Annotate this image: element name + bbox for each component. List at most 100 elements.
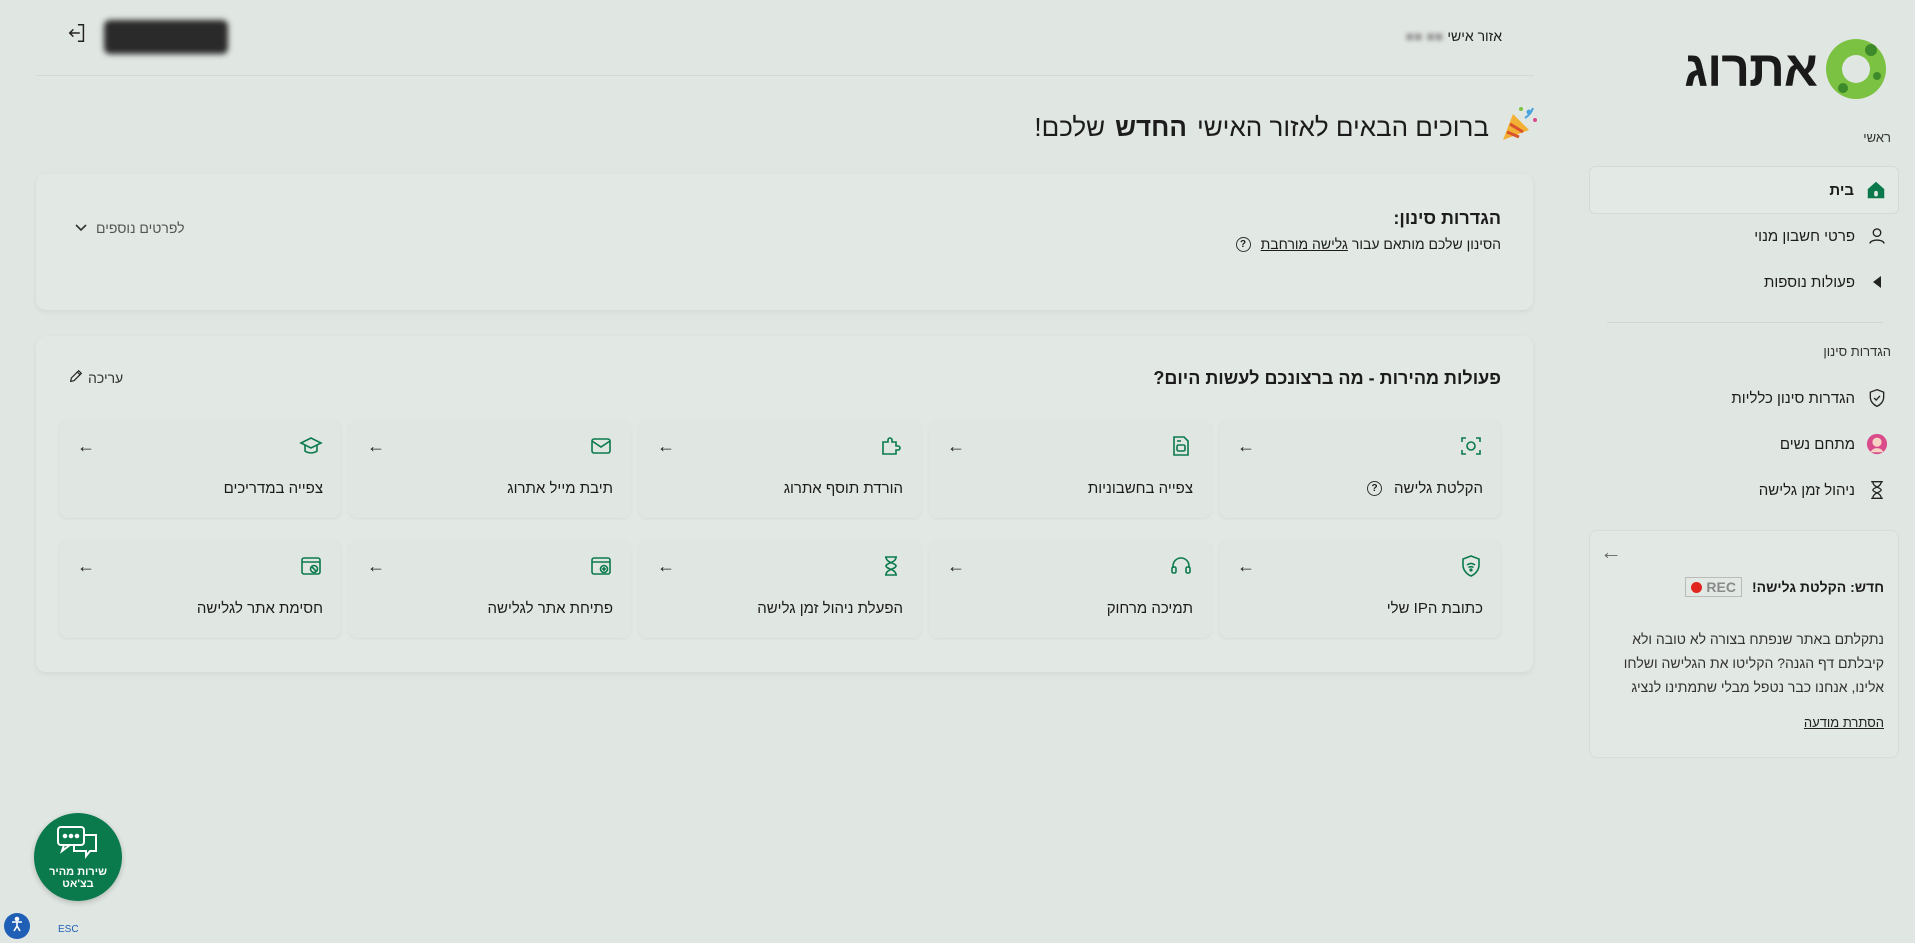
tile-label: הורדת תוסף אתרוג	[783, 480, 903, 497]
accessibility-icon	[9, 916, 25, 937]
chat-label-line1: שירות מהיר	[49, 865, 107, 878]
filter-profile-link[interactable]: גלישה מורחבת	[1261, 236, 1348, 252]
topbar: אזור אישי ■■ ■■	[36, 0, 1534, 76]
woman-icon	[1865, 432, 1889, 456]
arrow-left-icon[interactable]: ←	[1600, 539, 1622, 565]
sidebar: אתרוג ראשי בית פרטי חשבון מנוי פעולות נו…	[1589, 0, 1899, 943]
headset-icon	[1167, 554, 1193, 580]
promo-title: חדש: הקלטת גלישה!	[1751, 579, 1884, 595]
tile-download-extension[interactable]: ← הורדת תוסף אתרוג	[639, 420, 921, 518]
edit-button[interactable]: עריכה	[68, 368, 123, 387]
esc-label: ESC	[58, 924, 79, 935]
promo-card: ← חדש: הקלטת גלישה! REC נתקלתם באתר שנפת…	[1589, 530, 1899, 758]
arrow-left-icon: ←	[657, 556, 675, 576]
edit-label: עריכה	[88, 369, 124, 386]
accessibility-button[interactable]	[4, 913, 30, 939]
filter-settings-title: הגדרות סינון:	[1393, 208, 1501, 228]
sidebar-item-label: פעולות נוספות	[1764, 273, 1855, 291]
chat-bubbles-icon	[56, 825, 100, 864]
sidebar-item-account[interactable]: פרטי חשבון מנוי	[1589, 212, 1899, 260]
filter-settings-subtitle: הסינון שלכם מותאם עבור גלישה מורחבת ?	[1235, 236, 1501, 252]
chevron-down-icon	[74, 220, 88, 236]
user-area[interactable]: אזור אישי ■■ ■■	[1406, 28, 1502, 44]
user-area-label: אזור אישי	[1447, 28, 1502, 44]
chat-button[interactable]: שירות מהיר בצ'אט	[34, 813, 122, 901]
filter-settings-panel: הגדרות סינון: הסינון שלכם מותאם עבור גלי…	[36, 174, 1533, 310]
arrow-left-icon: ←	[947, 436, 965, 456]
sidebar-item-label: הגדרות סינון כלליות	[1731, 389, 1855, 407]
tile-label-text: הקלטת גלישה	[1394, 480, 1483, 497]
arrow-left-icon: ←	[77, 436, 95, 456]
hide-ad-link[interactable]: הסתרת מודעה	[1804, 715, 1884, 730]
tile-activate-time-management[interactable]: ← הפעלת ניהול זמן גלישה	[639, 540, 921, 638]
promo-body: נתקלתם באתר שנפתח בצורה לא טובה ולא קיבל…	[1623, 631, 1884, 695]
arrow-left-icon: ←	[77, 556, 95, 576]
quick-actions-panel: פעולות מהירות - מה ברצונכם לעשות היום? ע…	[36, 336, 1533, 672]
home-icon	[1864, 178, 1888, 202]
rec-icon: REC	[1685, 577, 1742, 597]
help-icon[interactable]: ?	[1367, 481, 1383, 496]
graduation-cap-icon	[297, 434, 323, 460]
screen-record-icon	[1457, 434, 1483, 460]
tile-label: צפייה בחשבוניות	[1087, 480, 1193, 497]
quick-actions-title: פעולות מהירות - מה ברצונכם לעשות היום?	[1153, 368, 1501, 388]
user-icon	[1865, 224, 1889, 248]
sidebar-item-label: פרטי חשבון מנוי	[1754, 227, 1855, 245]
etrog-logo-icon	[1823, 36, 1889, 102]
tile-mailbox[interactable]: ← תיבת מייל אתרוג	[349, 420, 631, 518]
tile-label: חסימת אתר לגלישה	[196, 600, 323, 617]
sidebar-item-home[interactable]: בית	[1589, 166, 1899, 214]
arrow-left-icon: ←	[657, 436, 675, 456]
logo-text: אתרוג	[1684, 41, 1818, 97]
promo-title-row: חדש: הקלטת גלישה! REC	[1685, 577, 1884, 597]
browser-block-icon	[297, 554, 323, 580]
nav-heading-filter: הגדרות סינון	[1823, 344, 1891, 359]
user-name-blurred: ■■ ■■	[1405, 28, 1444, 44]
tile-label: תיבת מייל אתרוג	[507, 480, 613, 497]
tile-label: תמיכה מרחוק	[1106, 600, 1193, 617]
welcome-prefix: ברוכים הבאים לאזור האישי	[1196, 112, 1489, 142]
tile-my-ip[interactable]: ← כתובת הIP שלי	[1219, 540, 1501, 638]
tile-label: הקלטת גלישה?	[1367, 480, 1483, 497]
sidebar-item-label: ניהול זמן גלישה	[1758, 481, 1855, 499]
tile-block-site[interactable]: ← חסימת אתר לגלישה	[59, 540, 341, 638]
party-popper-icon	[1499, 104, 1539, 151]
sidebar-item-more-actions[interactable]: פעולות נוספות	[1589, 258, 1899, 306]
shield-check-icon	[1865, 386, 1889, 410]
tile-label: צפייה במדריכים	[223, 480, 323, 497]
tile-browse-recording[interactable]: ← הקלטת גלישה?	[1219, 420, 1501, 518]
help-icon[interactable]: ?	[1235, 236, 1251, 252]
tile-remote-support[interactable]: ← תמיכה מרחוק	[929, 540, 1211, 638]
rec-label: REC	[1706, 579, 1736, 595]
arrow-left-icon: ←	[1237, 556, 1255, 576]
nav-heading-main: ראשי	[1863, 130, 1891, 145]
arrow-left-icon: ←	[947, 556, 965, 576]
more-details-toggle[interactable]: לפרטים נוספים	[74, 220, 185, 236]
welcome-heading: ברוכים הבאים לאזור האישי החדש שלכם!	[1034, 104, 1539, 151]
welcome-suffix: שלכם!	[1034, 112, 1106, 142]
tile-open-site[interactable]: ← פתיחת אתר לגלישה	[349, 540, 631, 638]
rec-dot	[1691, 581, 1703, 593]
filter-subtitle-prefix: הסינון שלכם מותאם עבור	[1351, 236, 1501, 252]
tile-label: פתיחת אתר לגלישה	[487, 600, 613, 617]
sidebar-item-women-area[interactable]: מתחם נשים	[1589, 420, 1899, 468]
sidebar-item-general-filter[interactable]: הגדרות סינון כלליות	[1589, 374, 1899, 422]
logout-icon[interactable]	[64, 22, 88, 46]
hourglass-icon	[877, 554, 903, 580]
sidebar-item-time-management[interactable]: ניהול זמן גלישה	[1589, 466, 1899, 514]
puzzle-icon	[877, 434, 903, 460]
pencil-icon	[68, 368, 84, 387]
sidebar-item-label: בית	[1829, 181, 1854, 199]
logo[interactable]: אתרוג	[1684, 36, 1889, 102]
tile-guides[interactable]: ← צפייה במדריכים	[59, 420, 341, 518]
welcome-bold: החדש	[1115, 112, 1187, 142]
invoice-icon	[1167, 434, 1193, 460]
arrow-left-icon: ←	[367, 436, 385, 456]
sidebar-item-label: מתחם נשים	[1779, 435, 1855, 453]
caret-left-icon	[1865, 270, 1889, 294]
tile-label: הפעלת ניהול זמן גלישה	[757, 600, 903, 617]
sidebar-divider	[1607, 322, 1883, 323]
mail-icon	[587, 434, 613, 460]
tile-view-invoices[interactable]: ← צפייה בחשבוניות	[929, 420, 1211, 518]
tile-label: כתובת הIP שלי	[1386, 600, 1483, 617]
